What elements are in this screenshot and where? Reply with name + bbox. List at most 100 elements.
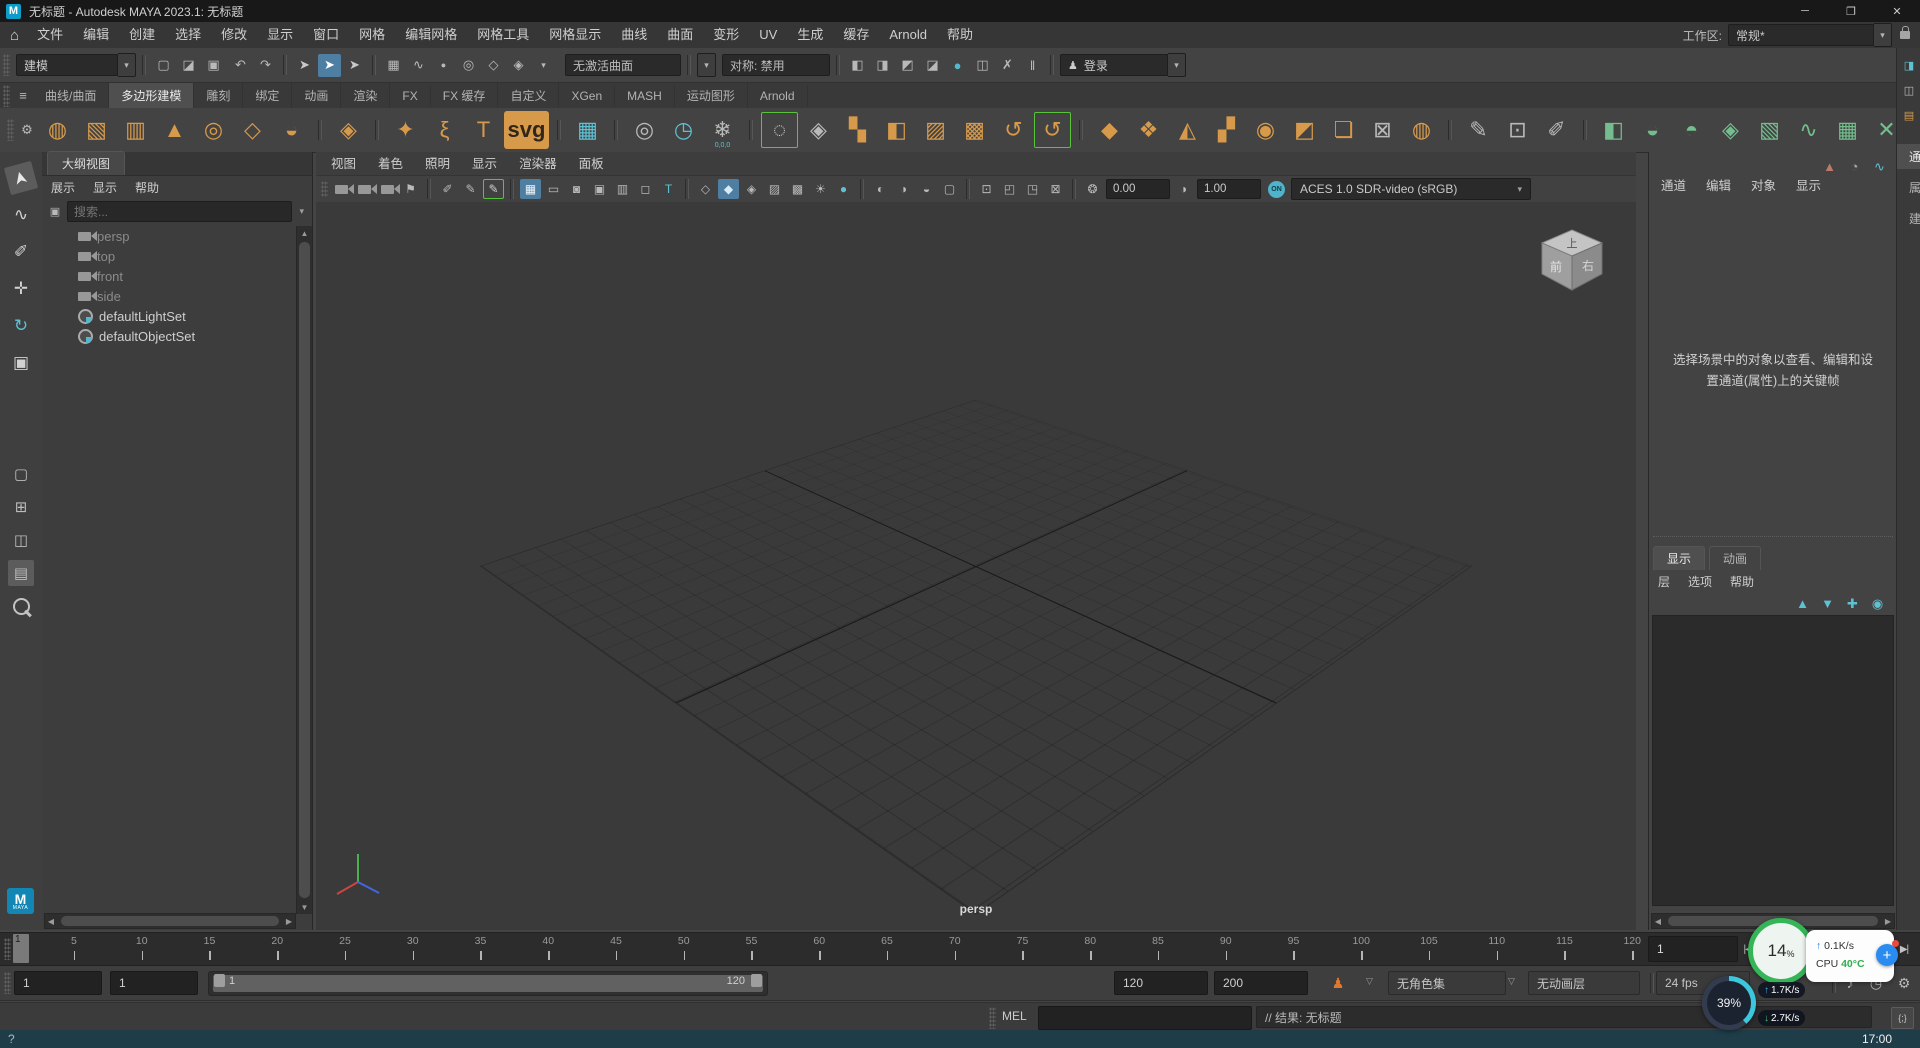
maximize-button[interactable]: ❐ (1828, 0, 1874, 22)
paint-effects-icon[interactable]: ✗ (996, 54, 1019, 77)
symmetry-dropdown-arrow-icon[interactable]: ▾ (697, 53, 716, 77)
layout-single-pane-icon[interactable]: ▢ (8, 461, 34, 487)
poly-pipe-icon[interactable]: ◇ (234, 112, 271, 148)
menu-item-网格工具[interactable]: 网格工具 (467, 23, 539, 47)
close-button[interactable]: ✕ (1874, 0, 1920, 22)
poly-sphere-icon[interactable]: ◍ (39, 112, 76, 148)
snap-options-arrow-icon[interactable]: ▾ (532, 54, 555, 77)
exposure-icon[interactable]: ❂ (1082, 179, 1103, 199)
center-pivot-icon[interactable]: ❄0,0,0 (704, 112, 741, 148)
smooth-mesh-icon[interactable]: ◈ (800, 112, 837, 148)
shelf-gear-icon[interactable]: ⚙ (17, 120, 37, 140)
menu-item-帮助[interactable]: 帮助 (937, 23, 983, 47)
rotate-live-icon[interactable]: ↺ (1034, 112, 1071, 148)
tab-Arnold[interactable]: Arnold (748, 85, 808, 107)
menu-item-照明[interactable]: 照明 (414, 152, 461, 176)
menu-item-窗口[interactable]: 窗口 (303, 23, 349, 47)
snap-to-grid-icon[interactable]: ▦ (382, 54, 405, 77)
bool-union-icon[interactable]: ◒ (1634, 112, 1671, 148)
zoom-region-icon[interactable]: ✎ (460, 179, 481, 199)
render-current-frame-icon[interactable]: ◨ (871, 54, 894, 77)
menu-item-编辑[interactable]: 编辑 (73, 23, 119, 47)
animation-layer-select[interactable]: 无动画层 (1528, 971, 1640, 995)
menu-item-面板[interactable]: 面板 (568, 152, 615, 176)
field-chart-icon[interactable]: ▥ (612, 179, 633, 199)
layer-move-up-icon[interactable]: ▲ (1791, 592, 1814, 615)
circularize-icon[interactable]: ◉ (1247, 112, 1284, 148)
view-cube-top-label[interactable]: 上 (1567, 237, 1578, 250)
tab-MASH[interactable]: MASH (615, 85, 675, 107)
menu-item-展示[interactable]: 展示 (42, 176, 84, 200)
tab-显示[interactable]: 显示 (1653, 546, 1705, 570)
multi-cut-icon[interactable]: ▞ (1208, 112, 1245, 148)
menu-item-缓存[interactable]: 缓存 (833, 23, 879, 47)
quad-draw-icon[interactable]: ◌ (761, 112, 798, 148)
scroll-right-arrow-icon[interactable]: ▶ (1882, 914, 1894, 928)
menu-item-Arnold[interactable]: Arnold (879, 23, 937, 47)
duplicate-face-icon[interactable]: ❏ (1325, 112, 1362, 148)
cpu-gauge[interactable]: 14% (1748, 918, 1814, 984)
tab-绑定[interactable]: 绑定 (243, 83, 292, 108)
menu-item-选项[interactable]: 选项 (1679, 570, 1721, 594)
smooth-shade-icon[interactable]: ◆ (718, 179, 739, 199)
mirror-icon[interactable]: ◧ (878, 112, 915, 148)
menu-item-生成[interactable]: 生成 (787, 23, 833, 47)
gate-mask-icon[interactable]: ▣ (589, 179, 610, 199)
range-bar[interactable] (213, 975, 763, 992)
resolution-gate-icon[interactable]: ◙ (566, 179, 587, 199)
time-slider[interactable]: 5101520253035404550556065707580859095100… (0, 932, 1920, 966)
shelf-grip[interactable] (3, 85, 10, 107)
tab-属性编辑器[interactable]: 属性编辑器 (1897, 175, 1920, 200)
animlayer-arrow-icon[interactable]: ▽ (1508, 976, 1515, 987)
sphere-project-icon[interactable]: ◍ (1403, 112, 1440, 148)
playback-start-field[interactable]: 1 (110, 971, 198, 995)
tab-通道盒/层编辑器[interactable]: 通道盒/层编辑器 (1897, 144, 1920, 169)
menu-item-视图[interactable]: 视图 (320, 152, 367, 176)
view-cube-right-label[interactable]: 右 (1582, 258, 1594, 273)
hypershade-icon[interactable]: ● (946, 54, 969, 77)
undo-icon[interactable]: ↶ (229, 54, 252, 77)
bool-intersect-icon[interactable]: ◈ (1712, 112, 1749, 148)
fold-icon[interactable]: ◩ (1286, 112, 1323, 148)
outliner-item-defaultLightSet[interactable]: defaultLightSet (42, 306, 297, 326)
viewport-canvas[interactable]: 上 前 右 persp (316, 202, 1636, 930)
grid-toggle-icon[interactable]: ▦ (520, 179, 541, 199)
range-row-grip[interactable] (4, 972, 11, 994)
shelf-menu-icon[interactable]: ≡ (13, 84, 33, 107)
workspace-dropdown-arrow-icon[interactable]: ▾ (1874, 23, 1892, 47)
scrollbar-thumb[interactable] (61, 916, 279, 926)
light-editor-icon[interactable]: ◫ (971, 54, 994, 77)
lights-icon[interactable]: ☀ (810, 179, 831, 199)
menu-item-修改[interactable]: 修改 (211, 23, 257, 47)
poly-disc-icon[interactable]: ◒ (273, 112, 310, 148)
poly-helix-icon[interactable]: ξ (426, 112, 463, 148)
menu-item-变形[interactable]: 变形 (703, 23, 749, 47)
rail-channel-toggle-icon[interactable]: ◨ (1900, 56, 1918, 74)
new-scene-icon[interactable]: ▢ (152, 54, 175, 77)
menuset-dropdown-arrow-icon[interactable]: ▾ (118, 53, 136, 77)
combine-icon[interactable]: ▚ (839, 112, 876, 148)
pin-vertices-icon[interactable]: ⊡ (1499, 112, 1536, 148)
bool-difference-icon[interactable]: ◓ (1673, 112, 1710, 148)
layout-split-pane-icon[interactable]: ◫ (8, 527, 34, 553)
gamma-icon[interactable]: ◑ (1173, 179, 1194, 199)
scroll-left-arrow-icon[interactable]: ◀ (45, 914, 57, 928)
menu-item-通道[interactable]: 通道 (1651, 174, 1696, 198)
poly-cylinder-icon[interactable]: ▥ (117, 112, 154, 148)
current-frame-field[interactable]: 1 (1648, 936, 1738, 962)
outliner-item-persp[interactable]: persp (42, 226, 297, 246)
memory-gauge[interactable]: 39% (1702, 976, 1756, 1030)
transparency-icon[interactable]: ▢ (939, 179, 960, 199)
outliner-item-defaultObjectSet[interactable]: defaultObjectSet (42, 326, 297, 346)
layer-list-well[interactable] (1652, 615, 1894, 906)
pause-viewport-icon[interactable]: ‖ (1021, 54, 1044, 77)
pan-zoom-icon[interactable]: ⊠ (1045, 179, 1066, 199)
wireframe-on-shaded-icon[interactable]: ◈ (741, 179, 762, 199)
paint-select-viewport-icon[interactable]: ✐ (437, 179, 458, 199)
scrollbar-thumb[interactable] (299, 242, 310, 898)
tab-FX[interactable]: FX (390, 85, 430, 107)
outliner-search-arrow-icon[interactable]: ▾ (295, 206, 308, 217)
redo-icon[interactable]: ↷ (254, 54, 277, 77)
menu-item-网格[interactable]: 网格 (349, 23, 395, 47)
tab-FX 缓存[interactable]: FX 缓存 (431, 83, 499, 108)
